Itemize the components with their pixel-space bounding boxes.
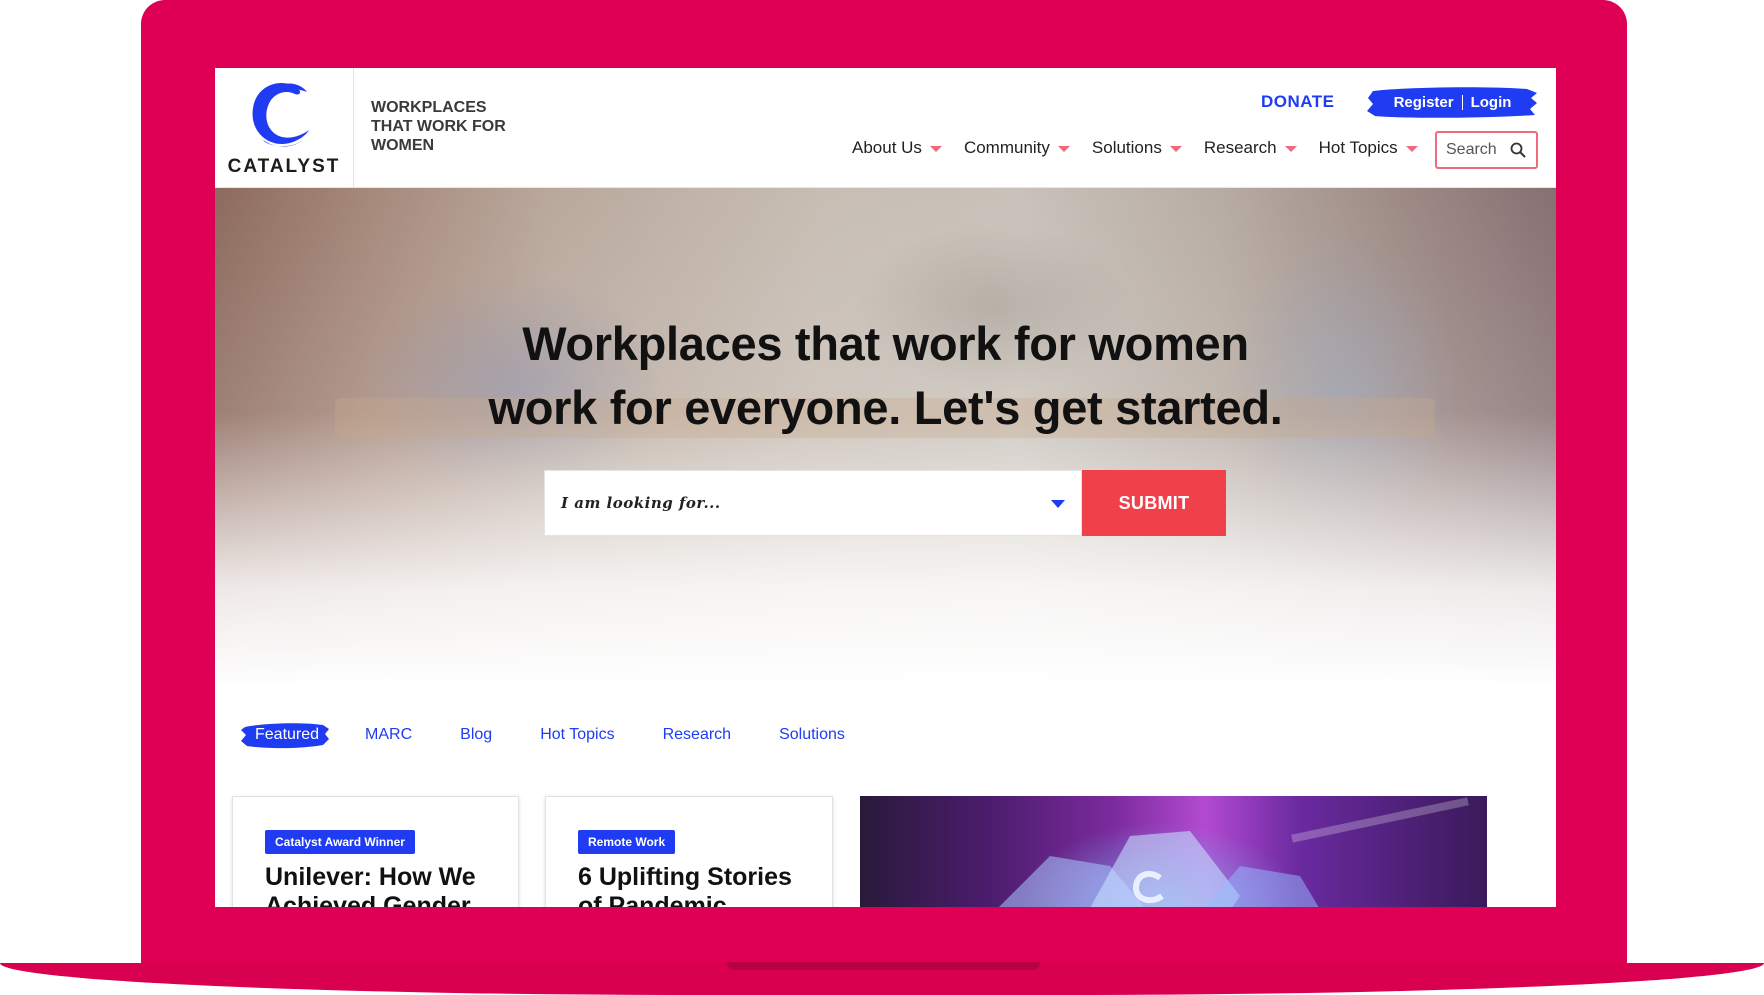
login-link[interactable]: Login [1471, 94, 1512, 111]
chevron-down-icon [1405, 146, 1418, 152]
tab-blog[interactable]: Blog [460, 726, 492, 744]
content-card[interactable]: Catalyst Award Winner Unilever: How We A… [232, 796, 519, 907]
search-icon [1510, 142, 1526, 158]
nav-label: Research [1203, 138, 1277, 157]
auth-links: Register Login [1367, 85, 1538, 119]
tab-label: Featured [255, 726, 320, 743]
nav-community[interactable]: Community [964, 138, 1070, 158]
site-header: CATALYST WORKPLACES THAT WORK FOR WOMEN … [215, 68, 1556, 188]
hero-section: Workplaces that work for women work for … [215, 188, 1556, 688]
tab-hot-topics[interactable]: Hot Topics [540, 726, 614, 744]
nav-research[interactable]: Research [1204, 138, 1297, 158]
tab-marc[interactable]: MARC [365, 726, 412, 744]
submit-button[interactable]: SUBMIT [1082, 470, 1226, 536]
content-card[interactable]: Remote Work 6 Uplifting Stories of Pande… [545, 796, 833, 907]
card-badge: Remote Work [578, 830, 676, 854]
register-link[interactable]: Register [1394, 94, 1454, 111]
nav-label: Hot Topics [1318, 138, 1398, 157]
search-placeholder: Search [1446, 141, 1497, 158]
auth-separator [1461, 94, 1463, 110]
award-crystal-image [999, 797, 1469, 907]
main-nav: About Us Community Solutions Research Ho… [852, 138, 1440, 158]
logo[interactable]: CATALYST [215, 68, 354, 187]
chevron-down-icon [1284, 146, 1297, 152]
chevron-down-icon [1051, 500, 1065, 508]
laptop-notch [727, 962, 1040, 970]
featured-image-card[interactable] [860, 796, 1487, 907]
nav-label: About Us [852, 138, 922, 157]
tagline: WORKPLACES THAT WORK FOR WOMEN [371, 99, 506, 154]
hero-title: Workplaces that work for women work for … [215, 312, 1556, 440]
hero-title-line-2: work for everyone. Let's get started. [488, 381, 1283, 434]
hero-title-line-1: Workplaces that work for women [522, 317, 1249, 370]
nav-hot-topics[interactable]: Hot Topics [1319, 138, 1418, 158]
tab-research[interactable]: Research [663, 726, 731, 744]
looking-for-select[interactable]: I am looking for... [544, 470, 1082, 536]
chevron-down-icon [929, 146, 942, 152]
content-tabs: Featured MARC Blog Hot Topics Research S… [241, 719, 893, 751]
select-placeholder: I am looking for... [561, 494, 721, 512]
chevron-down-icon [1169, 146, 1182, 152]
tab-featured[interactable]: Featured [241, 719, 333, 751]
catalyst-c-logo-icon [252, 82, 309, 147]
nav-label: Community [963, 138, 1050, 157]
donate-link[interactable]: DONATE [1261, 92, 1335, 112]
card-badge: Catalyst Award Winner [265, 830, 415, 854]
card-title: Unilever: How We Achieved Gender [265, 863, 476, 907]
browser-screen: CATALYST WORKPLACES THAT WORK FOR WOMEN … [215, 68, 1556, 907]
hero-search-form: I am looking for... SUBMIT [544, 470, 1226, 536]
search-input[interactable]: Search [1435, 131, 1538, 169]
logo-wordmark: CATALYST [227, 156, 341, 177]
chevron-down-icon [1057, 146, 1070, 152]
tab-solutions[interactable]: Solutions [779, 726, 845, 744]
nav-about-us[interactable]: About Us [852, 138, 942, 158]
nav-label: Solutions [1091, 138, 1162, 157]
card-title: 6 Uplifting Stories of Pandemic [578, 863, 792, 907]
nav-solutions[interactable]: Solutions [1092, 138, 1182, 158]
